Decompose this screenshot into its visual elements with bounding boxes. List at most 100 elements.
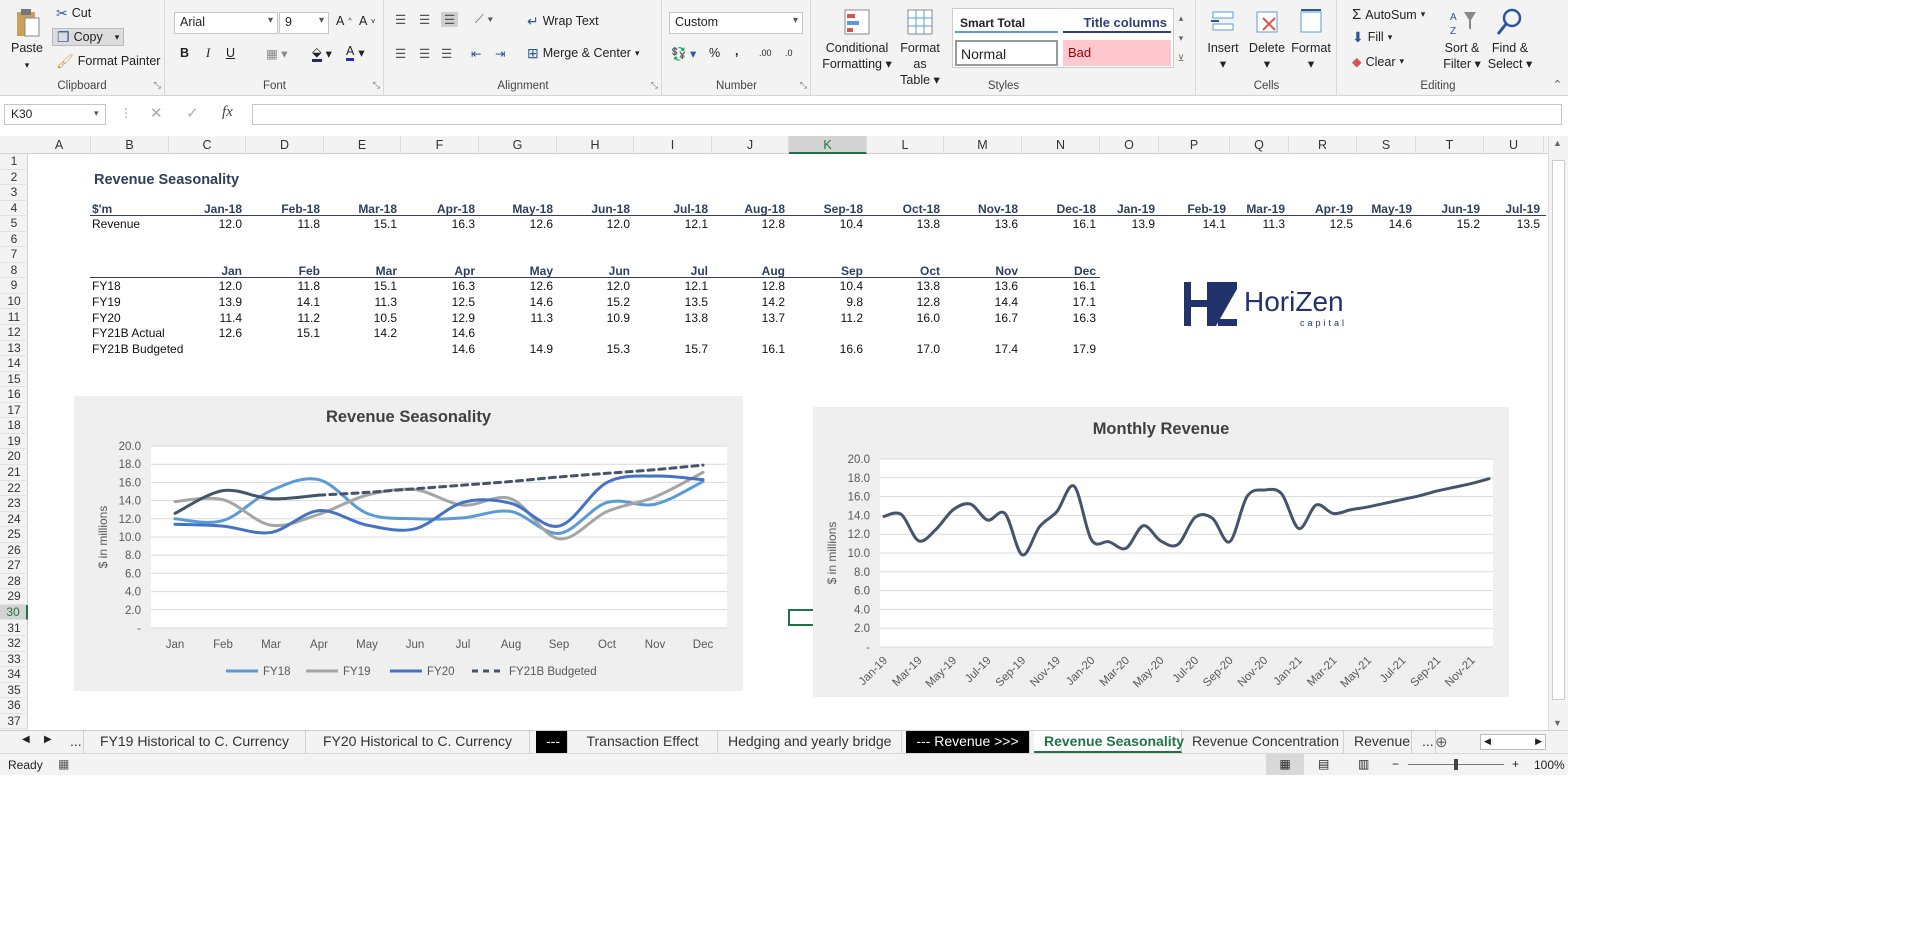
- top-align-icon[interactable]: ☰: [395, 12, 406, 27]
- tab-next-icon[interactable]: ▶: [44, 734, 52, 745]
- vertical-scrollbar[interactable]: ▲ ▼: [1548, 136, 1568, 730]
- insert-button[interactable]: Insert ▾: [1201, 6, 1245, 72]
- monthly-revenue-chart[interactable]: Monthly Revenue -2.0 4.0 6.0 8.0 10.0 12.0 14.…: [813, 407, 1509, 697]
- paste-button[interactable]: Paste ▾: [6, 6, 48, 73]
- column-header[interactable]: M: [944, 136, 1022, 154]
- zoom-slider-thumb[interactable]: [1454, 759, 1458, 770]
- column-header[interactable]: J: [712, 136, 789, 154]
- style-smart-total[interactable]: Smart Total: [955, 11, 1058, 33]
- hscroll-right-icon[interactable]: ▶: [1535, 736, 1542, 747]
- row-header[interactable]: 7: [0, 247, 28, 263]
- zoom-in-icon[interactable]: +: [1512, 757, 1519, 771]
- decrease-font-button[interactable]: Av: [359, 14, 375, 28]
- row-header[interactable]: 20: [0, 449, 28, 465]
- alignment-launcher-icon[interactable]: ⤡: [651, 80, 658, 91]
- row-header[interactable]: 34: [0, 667, 28, 683]
- row-header[interactable]: 19: [0, 434, 28, 450]
- row-header[interactable]: 17: [0, 403, 28, 419]
- font-color-icon[interactable]: A ▾: [346, 44, 365, 61]
- column-header[interactable]: L: [867, 136, 944, 154]
- column-header[interactable]: C: [169, 136, 246, 154]
- column-header[interactable]: D: [246, 136, 324, 154]
- row-header[interactable]: 12: [0, 325, 28, 341]
- row-header[interactable]: 10: [0, 294, 28, 310]
- revenue-seasonality-chart[interactable]: Revenue Seasonality -2.0 4.0 6.0 8.0 10.0 12.…: [74, 396, 743, 691]
- styles-scroll[interactable]: ▴ ▾ ⊻: [1174, 8, 1188, 68]
- format-cells-button[interactable]: Format ▾: [1289, 6, 1333, 72]
- column-header[interactable]: R: [1289, 136, 1357, 154]
- row-header[interactable]: 27: [0, 558, 28, 574]
- align-center-icon[interactable]: ☰: [419, 46, 430, 61]
- worksheet-grid[interactable]: Revenue Seasonality $'m Jan-18 Feb-18 Mar-1…: [28, 154, 1548, 730]
- column-header[interactable]: S: [1357, 136, 1416, 154]
- sheet-tab[interactable]: Revenue Seasonality: [1034, 731, 1184, 753]
- row-header[interactable]: 31: [0, 621, 28, 636]
- fill-color-icon[interactable]: ⬙ ▾: [312, 44, 332, 62]
- column-header[interactable]: G: [479, 136, 557, 154]
- hscroll-left-icon[interactable]: ◀: [1484, 736, 1491, 747]
- new-sheet-icon[interactable]: ⊕: [1435, 733, 1448, 751]
- column-header[interactable]: E: [324, 136, 401, 154]
- borders-icon[interactable]: ▦ ▾: [266, 46, 288, 61]
- horizontal-scrollbar[interactable]: ◀ ▶: [1480, 734, 1546, 750]
- font-size-select[interactable]: 9: [279, 12, 329, 34]
- row-header[interactable]: 37: [0, 714, 28, 730]
- row-header[interactable]: 21: [0, 465, 28, 481]
- column-header[interactable]: O: [1100, 136, 1159, 154]
- style-bad[interactable]: Bad: [1063, 40, 1171, 66]
- column-header[interactable]: K: [789, 136, 867, 154]
- copy-dropdown-icon[interactable]: ▾: [115, 32, 120, 43]
- comma-button[interactable]: ,: [735, 44, 738, 58]
- merge-center-button[interactable]: ⊞ Merge & Center ▾: [527, 46, 640, 60]
- sheet-tab[interactable]: Revenue: [1344, 731, 1412, 753]
- middle-align-icon[interactable]: ☰: [419, 12, 430, 27]
- row-header[interactable]: 22: [0, 481, 28, 497]
- find-select-button[interactable]: Find & Select ▾: [1486, 6, 1534, 72]
- scroll-up-icon[interactable]: ▲: [1553, 138, 1562, 148]
- column-header[interactable]: N: [1022, 136, 1100, 154]
- sheet-tab[interactable]: ---: [536, 731, 568, 753]
- column-header[interactable]: A: [28, 136, 91, 154]
- percent-button[interactable]: %: [709, 46, 720, 60]
- row-header[interactable]: 30: [0, 604, 28, 621]
- clear-button[interactable]: ◆ Clear ▾: [1352, 54, 1404, 70]
- row-header[interactable]: 29: [0, 589, 28, 605]
- row-header[interactable]: 1: [0, 154, 28, 170]
- formula-input[interactable]: [252, 104, 1562, 125]
- conditional-formatting-button[interactable]: Conditional Formatting ▾: [820, 6, 894, 72]
- row-header[interactable]: 25: [0, 527, 28, 543]
- style-normal[interactable]: Normal: [955, 40, 1058, 66]
- page-break-icon[interactable]: ▥: [1358, 757, 1369, 771]
- cut-button[interactable]: ✂ Cut: [56, 6, 91, 20]
- wrap-text-button[interactable]: ↵ Wrap Text: [527, 14, 599, 28]
- row-header[interactable]: 16: [0, 387, 28, 403]
- autosum-button[interactable]: Σ AutoSum ▾: [1352, 6, 1425, 23]
- number-launcher-icon[interactable]: ⤡: [800, 80, 807, 91]
- row-header[interactable]: 9: [0, 278, 28, 294]
- column-header[interactable]: B: [91, 136, 169, 154]
- name-box[interactable]: K30: [4, 104, 106, 125]
- cancel-icon[interactable]: ✕: [150, 104, 163, 122]
- insert-function-button[interactable]: fx: [222, 104, 233, 121]
- row-header[interactable]: 33: [0, 652, 28, 668]
- row-header[interactable]: 36: [0, 698, 28, 714]
- sheet-tab[interactable]: Transaction Effect: [568, 731, 718, 753]
- page-layout-icon[interactable]: ▤: [1318, 757, 1329, 771]
- row-header[interactable]: 2: [0, 170, 28, 186]
- copy-button[interactable]: ❐ Copy ▾: [52, 28, 125, 46]
- style-title-columns[interactable]: Title columns: [1063, 11, 1171, 33]
- row-header[interactable]: 5: [0, 216, 28, 232]
- align-left-icon[interactable]: ☰: [395, 46, 406, 61]
- sheet-tab[interactable]: --- Revenue >>>: [906, 731, 1030, 753]
- currency-icon[interactable]: 💱 ▾: [671, 46, 696, 62]
- normal-view-icon[interactable]: ▦: [1266, 754, 1304, 775]
- delete-button[interactable]: Delete ▾: [1245, 6, 1289, 72]
- row-header[interactable]: 4: [0, 201, 28, 217]
- font-name-select[interactable]: Arial: [174, 12, 278, 34]
- row-header[interactable]: 11: [0, 310, 28, 325]
- increase-decimal-button[interactable]: .00: [759, 48, 772, 58]
- column-header[interactable]: P: [1159, 136, 1230, 154]
- tab-prev-icon[interactable]: ◀: [22, 734, 30, 745]
- format-painter-button[interactable]: 🖌 Format Painter: [56, 54, 160, 68]
- row-header[interactable]: 26: [0, 543, 28, 559]
